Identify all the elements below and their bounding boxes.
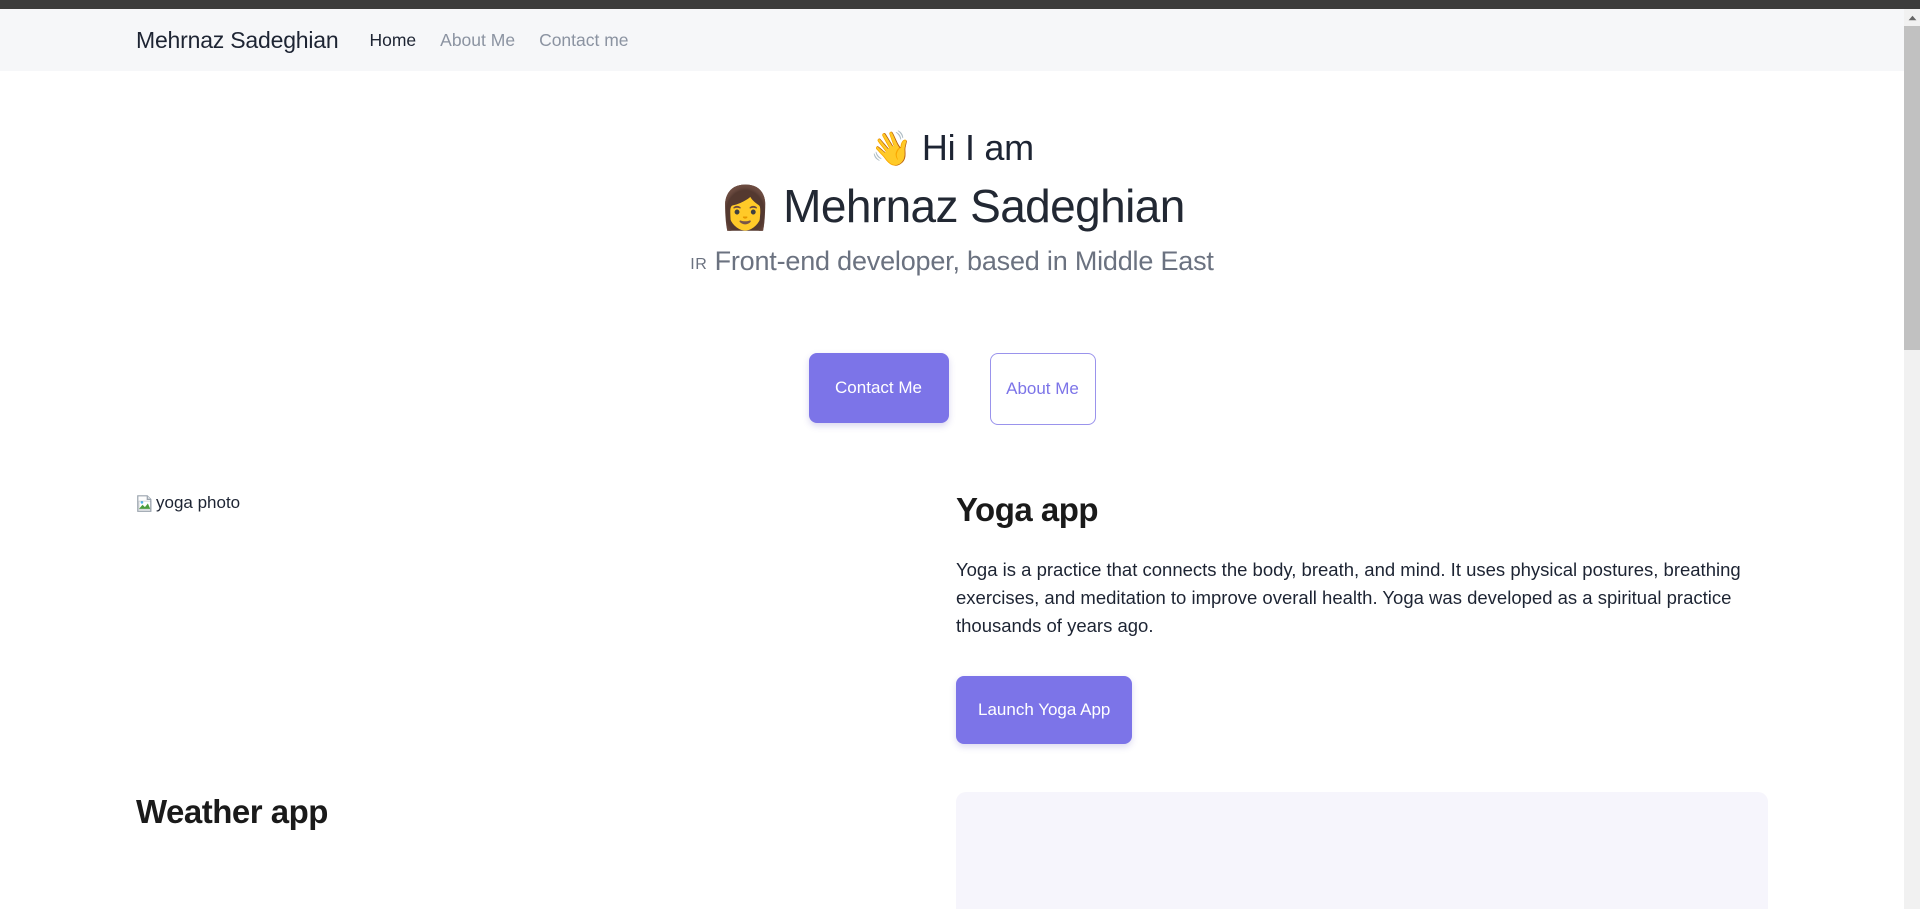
nav-link-home[interactable]: Home [369, 30, 416, 51]
projects-section: yoga photo Yoga app Yoga is a practice t… [0, 478, 1904, 909]
hero-cta-row: Contact Me About Me [0, 353, 1904, 426]
scrollbar-up-button[interactable] [1904, 9, 1920, 26]
hero-section: 👋 Hi I am 👩 Mehrnaz Sadeghian IR Front-e… [0, 71, 1904, 426]
project-description-yoga: Yoga is a practice that connects the bod… [956, 558, 1741, 637]
hero-subtitle-line: IR Front-end developer, based in Middle … [0, 246, 1904, 277]
scrollbar-thumb[interactable] [1904, 26, 1920, 350]
project-row-yoga: yoga photo Yoga app Yoga is a practice t… [136, 478, 1768, 745]
country-flag-icon: IR [690, 256, 708, 274]
project-media-weather: Weather app [136, 792, 956, 832]
site-brand[interactable]: Mehrnaz Sadeghian [136, 27, 339, 54]
hero-greeting-text: Hi I am [921, 127, 1034, 168]
broken-image-icon [137, 494, 152, 512]
project-row-weather: Weather app [136, 792, 1768, 909]
page-viewport: Mehrnaz Sadeghian Home About Me Contact … [0, 9, 1904, 909]
project-title-yoga: Yoga app [956, 491, 1099, 529]
project-media-yoga: yoga photo [136, 478, 956, 518]
yoga-photo-alt-text: yoga photo [156, 493, 241, 513]
yoga-photo-broken-image[interactable]: yoga photo [136, 493, 240, 513]
project-title-weather: Weather app [136, 793, 328, 831]
navbar: Mehrnaz Sadeghian Home About Me Contact … [0, 9, 1904, 71]
launch-yoga-app-button[interactable]: Launch Yoga App [956, 676, 1133, 745]
hero-subtitle-text: Front-end developer, based in Middle Eas… [714, 246, 1214, 277]
weather-app-panel [956, 792, 1768, 909]
nav-link-about-me[interactable]: About Me [440, 30, 515, 51]
woman-face-icon: 👩 [719, 183, 771, 231]
contact-me-button[interactable]: Contact Me [808, 353, 949, 424]
page-scrollbar[interactable] [1904, 9, 1920, 909]
nav-link-contact-me[interactable]: Contact me [539, 30, 628, 51]
waving-hand-icon: 👋 [870, 130, 913, 168]
chevron-up-icon [1908, 15, 1916, 20]
hero-name-text: Mehrnaz Sadeghian [783, 179, 1185, 232]
nav-links: Home About Me Contact me [369, 30, 628, 51]
project-body-yoga: Yoga app Yoga is a practice that connect… [956, 478, 1768, 745]
hero-greeting-line: 👋 Hi I am [0, 125, 1904, 171]
hero-name-line: 👩 Mehrnaz Sadeghian [0, 177, 1904, 237]
about-me-button[interactable]: About Me [989, 353, 1096, 426]
browser-chrome-bar [0, 0, 1920, 9]
